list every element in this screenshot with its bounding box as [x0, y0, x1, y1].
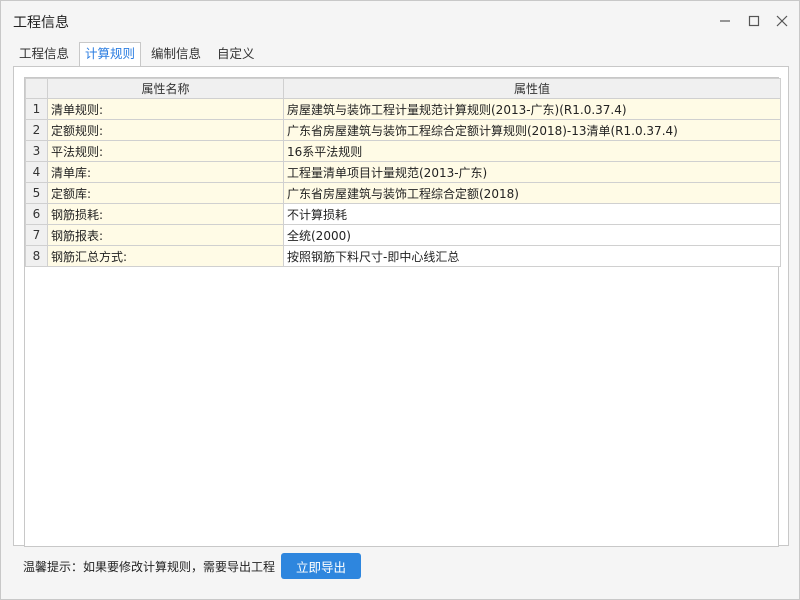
row-index: 8	[25, 245, 48, 267]
corner-header	[25, 78, 48, 99]
table-row[interactable]: 2 定额规则: 广东省房屋建筑与装饰工程综合定额计算规则(2018)-13清单(…	[25, 119, 781, 141]
table-row[interactable]: 8 钢筋汇总方式: 按照钢筋下料尺寸-即中心线汇总	[25, 245, 781, 267]
property-name: 清单规则:	[47, 98, 284, 120]
property-value[interactable]: 广东省房屋建筑与装饰工程综合定额(2018)	[283, 182, 781, 204]
table-row[interactable]: 3 平法规则: 16系平法规则	[25, 140, 781, 162]
tab-calc-rules[interactable]: 计算规则	[79, 42, 142, 67]
row-index: 1	[25, 98, 48, 120]
tab-bar: 工程信息 计算规则 编制信息 自定义	[13, 42, 265, 67]
column-header-name[interactable]: 属性名称	[47, 78, 284, 99]
row-index: 7	[25, 224, 48, 246]
table-row[interactable]: 1 清单规则: 房屋建筑与装饰工程计量规范计算规则(2013-广东)(R1.0.…	[25, 98, 781, 120]
export-now-button[interactable]: 立即导出	[281, 553, 362, 579]
property-name: 钢筋损耗:	[47, 203, 284, 225]
title-bar[interactable]: 工程信息	[1, 1, 799, 41]
property-value[interactable]: 16系平法规则	[283, 140, 781, 162]
property-table: 属性名称 属性值 1 清单规则: 房屋建筑与装饰工程计量规范计算规则(2013-…	[25, 78, 781, 267]
footer: 温馨提示：如果要修改计算规则，需要导出工程 立即导出	[23, 553, 362, 579]
property-name: 平法规则:	[47, 140, 284, 162]
project-info-window: 工程信息 工程信息 计算规则 编制信息 自定义 属性名称 属性值 1 清单规则:…	[0, 0, 800, 600]
row-index: 5	[25, 182, 48, 204]
table-row[interactable]: 7 钢筋报表: 全统(2000)	[25, 224, 781, 246]
property-value[interactable]: 全统(2000)	[283, 224, 781, 246]
tab-panel: 属性名称 属性值 1 清单规则: 房屋建筑与装饰工程计量规范计算规则(2013-…	[13, 66, 789, 547]
table-row[interactable]: 6 钢筋损耗: 不计算损耗	[25, 203, 781, 225]
property-value[interactable]: 工程量清单项目计量规范(2013-广东)	[283, 161, 781, 183]
row-index: 3	[25, 140, 48, 162]
property-value[interactable]: 房屋建筑与装饰工程计量规范计算规则(2013-广东)(R1.0.37.4)	[283, 98, 781, 120]
window-title: 工程信息	[13, 15, 69, 31]
row-index: 6	[25, 203, 48, 225]
hint-text: 温馨提示：如果要修改计算规则，需要导出工程	[23, 559, 276, 574]
property-value[interactable]: 不计算损耗	[283, 203, 781, 225]
maximize-icon[interactable]	[744, 11, 764, 31]
row-index: 4	[25, 161, 48, 183]
property-value[interactable]: 按照钢筋下料尺寸-即中心线汇总	[283, 245, 781, 267]
property-name: 定额库:	[47, 182, 284, 204]
tab-compile-info[interactable]: 编制信息	[145, 42, 208, 66]
property-name: 定额规则:	[47, 119, 284, 141]
property-grid[interactable]: 属性名称 属性值 1 清单规则: 房屋建筑与装饰工程计量规范计算规则(2013-…	[24, 77, 781, 547]
property-value[interactable]: 广东省房屋建筑与装饰工程综合定额计算规则(2018)-13清单(R1.0.37.…	[283, 119, 781, 141]
table-row[interactable]: 5 定额库: 广东省房屋建筑与装饰工程综合定额(2018)	[25, 182, 781, 204]
tab-project-info[interactable]: 工程信息	[13, 42, 76, 66]
property-name: 钢筋报表:	[47, 224, 284, 246]
minimize-icon[interactable]	[715, 11, 735, 31]
property-name: 清单库:	[47, 161, 284, 183]
table-row[interactable]: 4 清单库: 工程量清单项目计量规范(2013-广东)	[25, 161, 781, 183]
column-header-value[interactable]: 属性值	[283, 78, 781, 99]
table-header-row: 属性名称 属性值	[25, 78, 781, 99]
tab-custom[interactable]: 自定义	[211, 42, 261, 66]
property-name: 钢筋汇总方式:	[47, 245, 284, 267]
row-index: 2	[25, 119, 48, 141]
close-icon[interactable]	[772, 11, 792, 31]
